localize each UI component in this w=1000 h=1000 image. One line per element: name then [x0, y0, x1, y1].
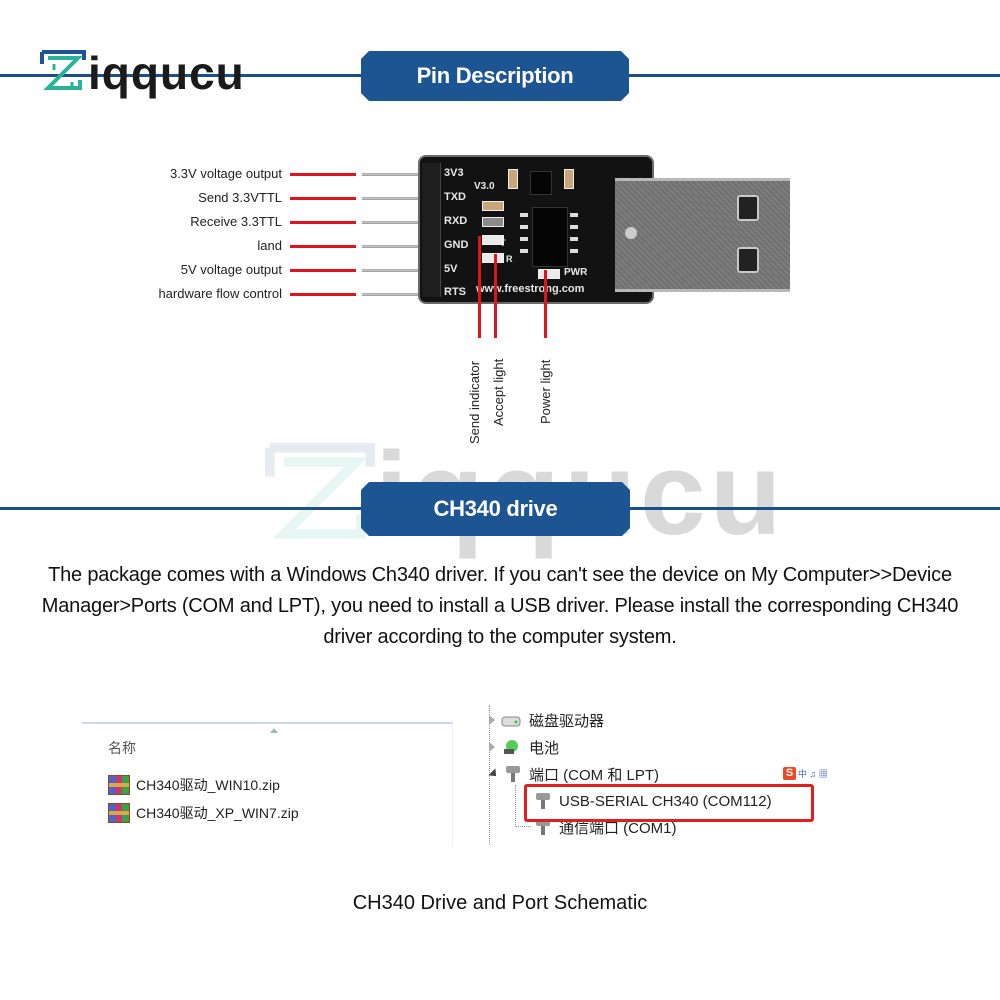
winrar-archive-icon	[108, 775, 130, 795]
pin-leader-line	[290, 245, 356, 248]
brand-logo: iqqucu	[40, 36, 245, 96]
device-category-ports[interactable]: 端口 (COM 和 LPT)	[488, 762, 659, 786]
usb-slot	[737, 247, 759, 273]
file-item[interactable]: CH340驱动_WIN10.zip	[108, 774, 280, 796]
pin-leader-line	[290, 197, 356, 200]
section-title: Pin Description	[416, 63, 574, 88]
silk-pin-gnd: GND	[444, 239, 469, 251]
device-category-label: 电池	[529, 739, 560, 757]
pin-leader-line	[290, 293, 356, 296]
accept-led	[482, 253, 504, 263]
expand-arrow-icon[interactable]	[489, 742, 495, 752]
column-header-name[interactable]: 名称	[108, 738, 136, 758]
capacitor	[508, 169, 518, 189]
indicator-leader-line	[494, 254, 497, 338]
silk-pwr: PWR	[564, 267, 588, 278]
watermark-z-icon	[265, 443, 375, 553]
chip-pad	[520, 249, 528, 253]
chip-pad	[570, 249, 578, 253]
indicator-label-send: Send indicator	[467, 360, 482, 444]
resistor	[482, 217, 504, 227]
expand-arrow-icon[interactable]	[489, 715, 495, 725]
capacitor	[564, 169, 574, 189]
indicator-leader-line	[544, 270, 547, 338]
device-category-label: 端口 (COM 和 LPT)	[529, 766, 659, 784]
header-pin	[362, 269, 426, 272]
ime-options[interactable]: 中 ♫ ▦	[798, 767, 828, 780]
sogou-ime-icon[interactable]: S	[783, 767, 796, 780]
file-name: CH340驱动_WIN10.zip	[136, 777, 280, 793]
section-banner-pin-description: Pin Description	[361, 51, 629, 101]
tree-guide	[515, 826, 531, 827]
pin-leader-line	[290, 269, 356, 272]
pin-label: hardware flow control	[158, 286, 282, 301]
silk-pin-rts: RTS	[444, 286, 466, 298]
header-pin	[362, 197, 426, 200]
chip-pad	[520, 225, 528, 229]
collapse-arrow-icon[interactable]	[488, 768, 500, 780]
silk-version: V3.0	[474, 181, 495, 192]
header-pin	[362, 245, 426, 248]
disk-drive-icon	[501, 711, 521, 729]
pin-label: Send 3.3VTTL	[198, 190, 282, 205]
indicator-leader-line	[478, 236, 481, 338]
sort-ascending-icon[interactable]	[270, 728, 278, 733]
chip-pad	[520, 237, 528, 241]
usb-rivet	[625, 227, 637, 239]
chip-pad	[570, 213, 578, 217]
device-category-disk-drives[interactable]: 磁盘驱动器	[489, 708, 604, 732]
usb-a-connector	[615, 178, 790, 292]
send-led	[482, 235, 504, 245]
file-item[interactable]: CH340驱动_XP_WIN7.zip	[108, 802, 299, 824]
chip-pad	[570, 237, 578, 241]
pin-label: 5V voltage output	[180, 262, 282, 277]
logo-z-mark-icon	[40, 50, 86, 96]
device-category-label: 磁盘驱动器	[529, 712, 605, 730]
header-pin	[362, 293, 426, 296]
ch340-chip	[532, 207, 568, 267]
port-icon	[505, 766, 521, 782]
winrar-archive-icon	[108, 803, 130, 823]
usb-slot	[737, 195, 759, 221]
indicator-label-accept: Accept light	[491, 358, 506, 426]
chip-pad	[570, 225, 578, 229]
indicator-label-power: Power light	[538, 359, 553, 424]
section-title: CH340 drive	[433, 496, 558, 521]
driver-description: The package comes with a Windows Ch340 d…	[41, 564, 959, 648]
pin-label: land	[257, 238, 282, 253]
silk-website: www.freestrong.com	[476, 283, 585, 295]
pin-header-block	[422, 163, 441, 297]
power-led	[538, 269, 560, 279]
tree-guide	[515, 785, 516, 827]
figure-caption: CH340 Drive and Port Schematic	[352, 892, 648, 914]
header-pin	[362, 221, 426, 224]
regulator-chip	[530, 171, 552, 195]
highlight-box	[524, 784, 814, 822]
file-name: CH340驱动_XP_WIN7.zip	[136, 805, 299, 821]
silk-pin-3v3: 3V3	[444, 167, 464, 179]
silk-pin-txd: TXD	[444, 191, 466, 203]
pin-leader-line	[290, 221, 356, 224]
header-pin	[362, 173, 426, 176]
ime-toolbar[interactable]: S 中 ♫ ▦	[783, 767, 828, 780]
file-explorer-panel: 名称 CH340驱动_WIN10.zip CH340驱动_XP_WIN7.zip	[82, 722, 453, 846]
silk-r: R	[506, 254, 513, 264]
resistor	[482, 201, 504, 211]
chip-pad	[520, 213, 528, 217]
pin-label: Receive 3.3TTL	[190, 214, 282, 229]
silk-pin-rxd: RXD	[444, 215, 468, 227]
logo-text: iqqucu	[88, 47, 245, 99]
section-banner-ch340-drive: CH340 drive	[361, 482, 630, 536]
silk-pin-5v: 5V	[444, 263, 458, 275]
pin-label: 3.3V voltage output	[169, 166, 282, 181]
battery-icon	[501, 738, 521, 756]
device-category-batteries[interactable]: 电池	[489, 735, 559, 759]
pin-leader-line	[290, 173, 356, 176]
